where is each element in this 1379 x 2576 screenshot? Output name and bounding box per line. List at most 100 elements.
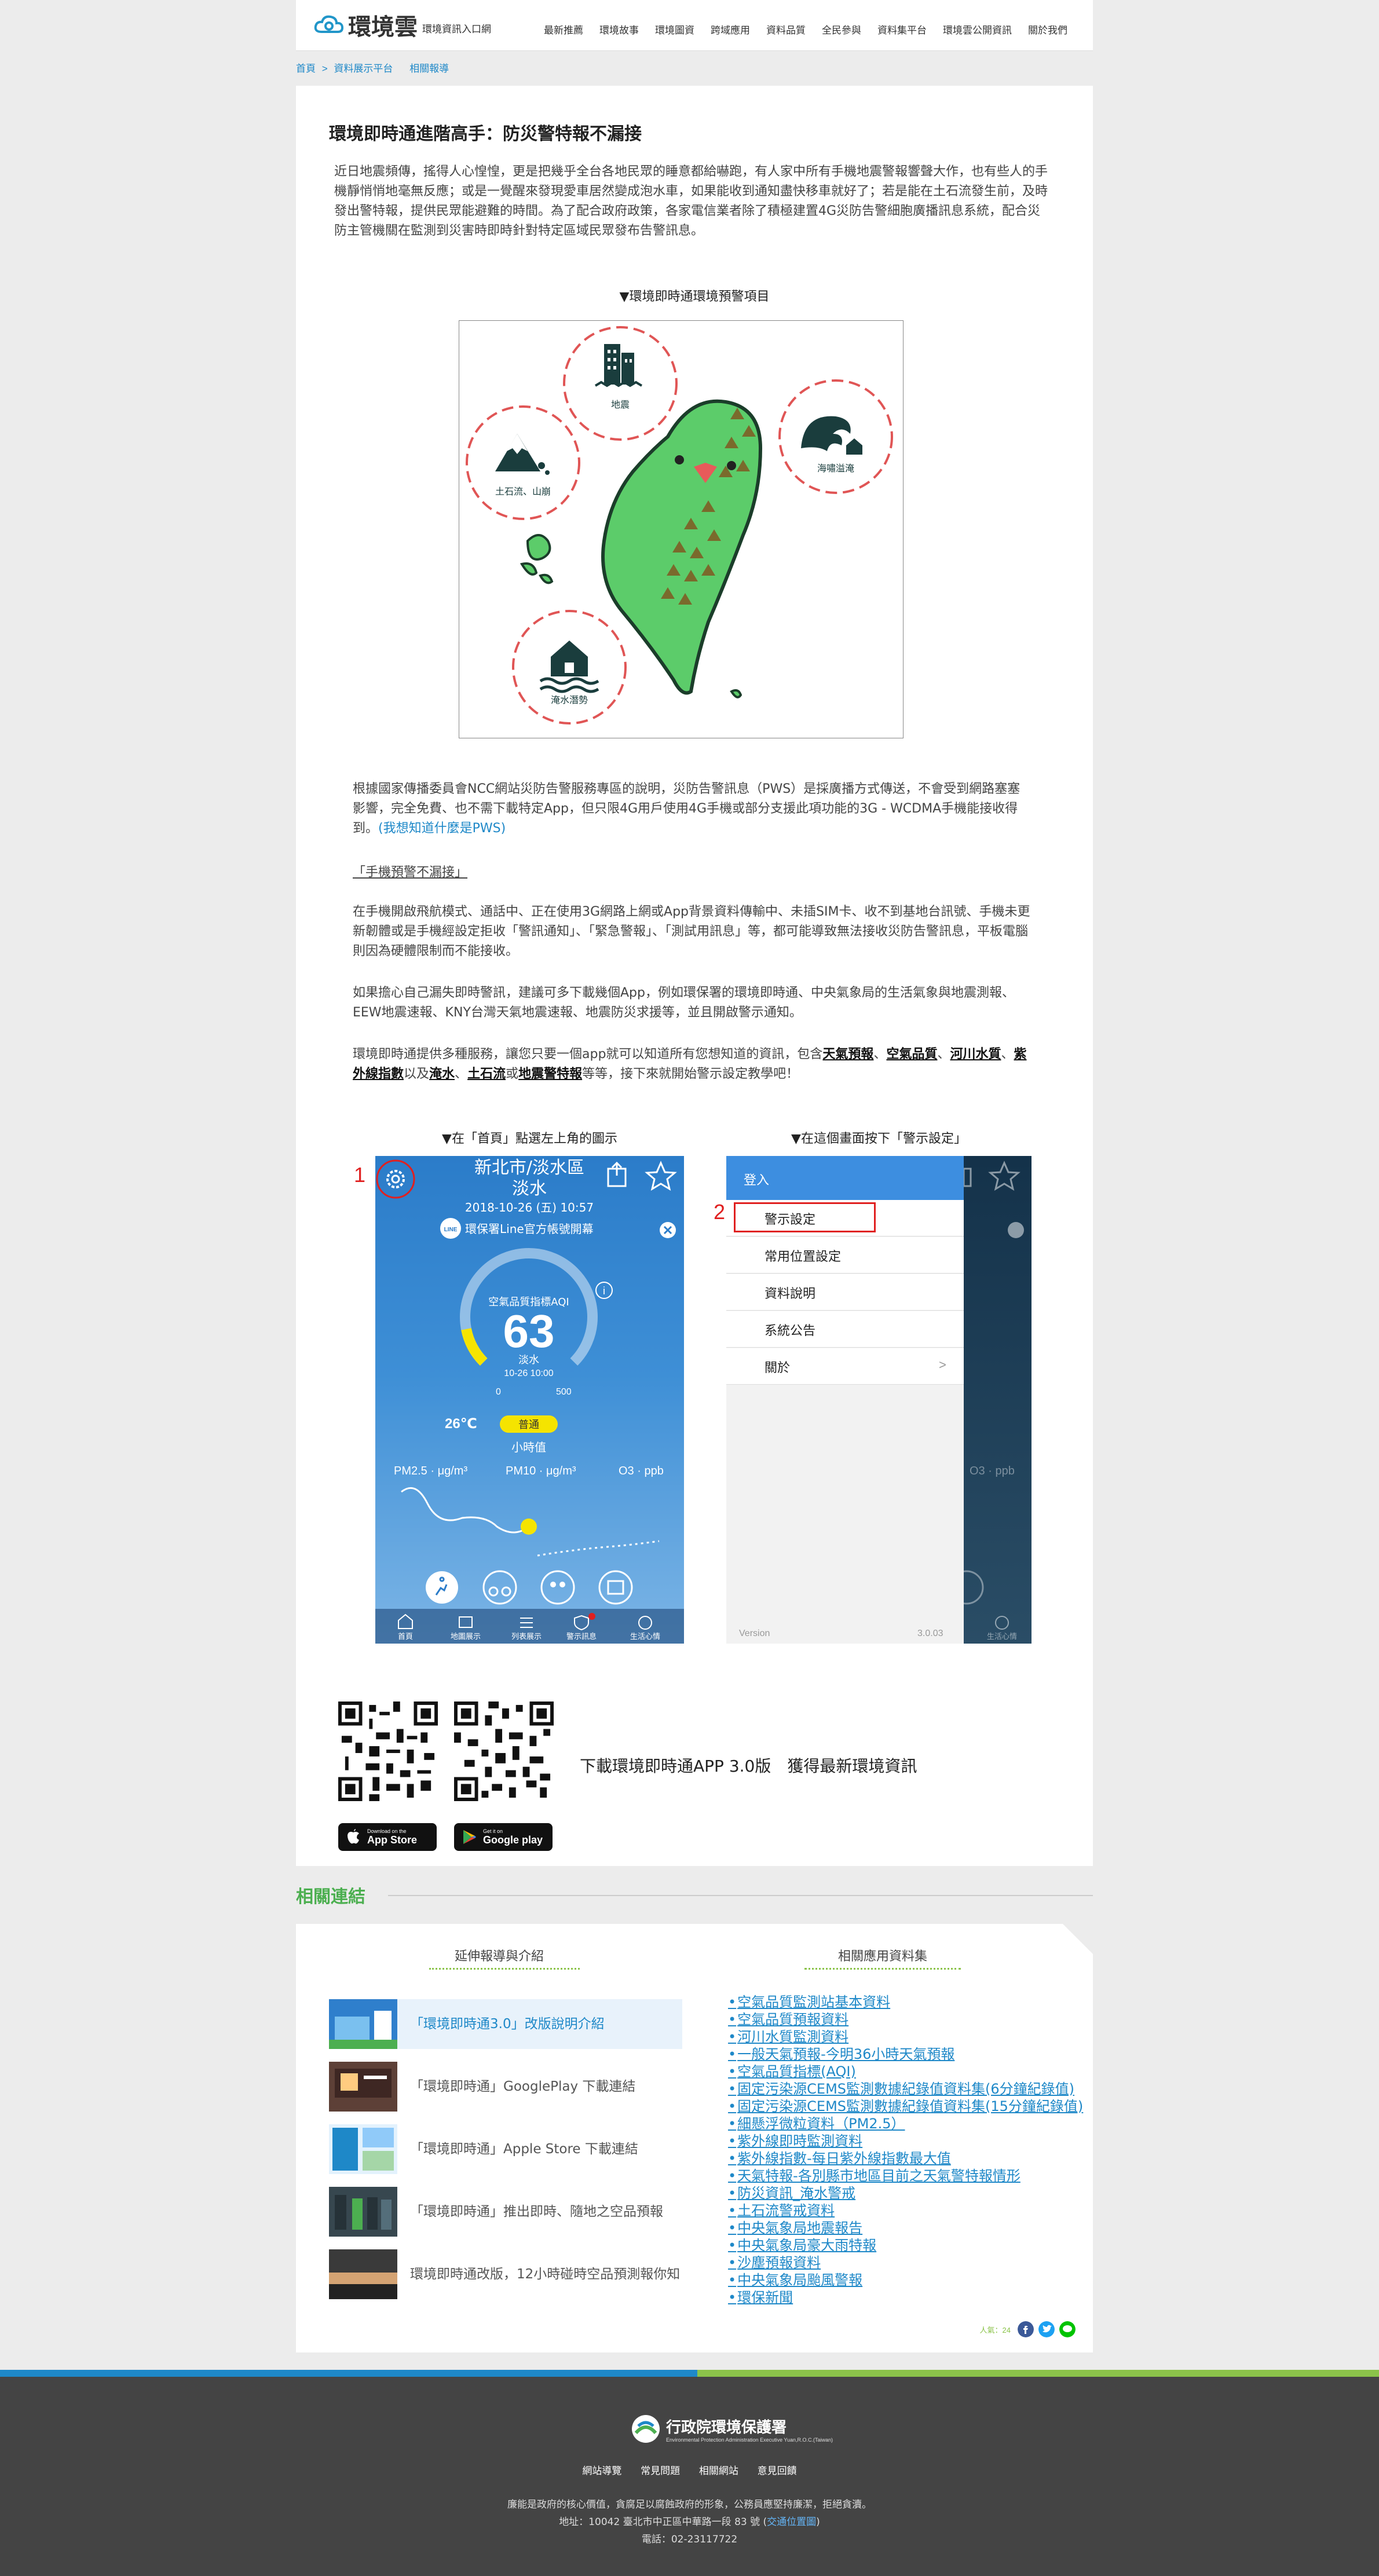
dataset-link[interactable]: 中央氣象局颱風警報 <box>728 2271 1083 2289</box>
o3-label[interactable]: O3 · ppb <box>619 1465 664 1477</box>
hazard-map-illustration: 地震 土石流、山崩 海嘯溢淹 淹水潛勢 <box>459 320 904 738</box>
menu-item-about[interactable] <box>726 1348 964 1385</box>
dataset-link[interactable]: 紫外線指數-每日紫外線指數最大值 <box>728 2150 1083 2167</box>
related-links-title: 相關連結 <box>296 1887 365 1907</box>
nav-item-dataset-platform[interactable]: 資料集平台 <box>869 22 935 36</box>
news-thumbnail <box>329 2124 397 2174</box>
map-link[interactable]: 交通位置圖 <box>767 2516 816 2528</box>
news-thumbnail <box>329 2249 397 2299</box>
nav-item-cross-domain[interactable]: 跨域應用 <box>703 22 758 36</box>
data-info-label[interactable]: 資料說明 <box>765 1283 815 1302</box>
news-item[interactable]: 環境即時通改版，12小時碰時空品預測報你知 <box>329 2249 682 2299</box>
dataset-link[interactable]: 細懸浮微粒資料（PM2.5） <box>728 2115 1083 2132</box>
dataset-link[interactable]: 天氣特報-各別縣市地區目前之天氣警特報情形 <box>728 2167 1083 2185</box>
app-store-badge[interactable]: Download on the App Store <box>338 1823 437 1851</box>
news-item[interactable]: 「環境即時通3.0」改版說明介紹 <box>329 1999 682 2049</box>
dataset-link[interactable]: 紫外線即時監測資料 <box>728 2132 1083 2150</box>
menu-item-locations[interactable] <box>726 1237 964 1274</box>
footer-link-sitemap[interactable]: 網站導覽 <box>582 2465 621 2476</box>
menu-item-announcements[interactable] <box>726 1311 964 1348</box>
dataset-link[interactable]: 空氣品質指標(AQI) <box>728 2063 1083 2080</box>
dataset-link[interactable]: 空氣品質預報資料 <box>728 2011 1083 2028</box>
city-name: 新北市/淡水區 <box>474 1158 584 1178</box>
dataset-link[interactable]: 環保新聞 <box>728 2289 1083 2306</box>
tab-map[interactable]: 地圖展示 <box>451 1633 481 1641</box>
dataset-link[interactable]: 固定污染源CEMS監測數據紀錄值資料集(6分鐘紀錄值) <box>728 2080 1083 2098</box>
dataset-link[interactable]: 固定污染源CEMS監測數據紀錄值資料集(15分鐘紀錄值) <box>728 2098 1083 2115</box>
about-label[interactable]: 關於 <box>765 1357 790 1376</box>
dataset-link[interactable]: 一般天氣預報-今明36小時天氣預報 <box>728 2046 1083 2063</box>
datetime: 2018-10-26 (五) 10:57 <box>465 1201 594 1214</box>
tab-home[interactable]: 首頁 <box>398 1633 413 1641</box>
org-name-en: Environmental Protection Administration … <box>666 2436 833 2443</box>
tab-list[interactable]: 列表展示 <box>511 1633 542 1641</box>
gear-icon[interactable] <box>376 1159 415 1199</box>
phone-number: 電話：02-23117722 <box>641 2534 738 2545</box>
facebook-icon[interactable] <box>1018 2321 1034 2337</box>
footer-link-feedback[interactable]: 意見回饋 <box>758 2465 797 2476</box>
sep: 、 <box>455 1067 468 1081</box>
org-logo[interactable]: 行政院環境保護署 Environmental Protection Admini… <box>631 2414 833 2443</box>
nav-item-maps[interactable]: 環境圖資 <box>647 22 703 36</box>
caption-left: ▼在「首頁」點選左上角的圖示 <box>442 1132 617 1146</box>
line-banner[interactable]: 環保署Line官方帳號開幕 <box>465 1222 594 1236</box>
news-item[interactable]: 「環境即時通」推出即時、隨地之空品預報 <box>329 2187 682 2237</box>
flood-label: 淹水潛勢 <box>551 694 588 705</box>
pws-link[interactable]: (我想知道什麼是PWS) <box>378 821 506 836</box>
nav-item-stories[interactable]: 環境故事 <box>591 22 647 36</box>
alert-conditions-paragraph: 在手機開啟飛航模式、通話中、正在使用3G網路上網或App背景資料傳輸中、未插SI… <box>353 905 1030 958</box>
site-logo[interactable]: 環境雲 環境資訊入口網 <box>313 10 491 41</box>
pm10-label[interactable]: PM10 · μg/m³ <box>506 1465 576 1477</box>
dataset-link[interactable]: 沙塵預報資料 <box>728 2254 1083 2271</box>
dataset-link[interactable]: 中央氣象局豪大雨特報 <box>728 2237 1083 2254</box>
site-header: 環境雲 環境資訊入口網 最新推薦 環境故事 環境圖資 跨域應用 資料品質 全民參… <box>296 0 1093 51</box>
pm25-label[interactable]: PM2.5 · μg/m³ <box>394 1465 467 1477</box>
close-icon[interactable] <box>660 1222 676 1238</box>
news-item[interactable]: 「環境即時通」Apple Store 下載連結 <box>329 2124 682 2174</box>
footer-link-faq[interactable]: 常見問題 <box>641 2465 680 2476</box>
hourly-label: 小時值 <box>511 1440 546 1454</box>
line-share-icon[interactable] <box>1059 2321 1076 2337</box>
tab-alerts[interactable]: 警示訊息 <box>566 1632 597 1641</box>
locations-label[interactable]: 常用位置設定 <box>765 1246 841 1265</box>
info-icon[interactable]: i <box>595 1282 613 1299</box>
flood-circle: 淹水潛勢 <box>512 610 627 724</box>
news-title[interactable]: 「環境即時通」GooglePlay 下載連結 <box>410 2077 635 2096</box>
news-title[interactable]: 環境即時通改版，12小時碰時空品預測報你知 <box>410 2265 680 2284</box>
news-title[interactable]: 「環境即時通3.0」改版說明介紹 <box>410 2015 605 2033</box>
dataset-link[interactable]: 河川水質監測資料 <box>728 2028 1083 2046</box>
nav-item-public-info[interactable]: 環境雲公開資訊 <box>935 22 1020 36</box>
nav-item-latest[interactable]: 最新推薦 <box>536 22 591 36</box>
dataset-link[interactable]: 中央氣象局地震報告 <box>728 2219 1083 2237</box>
dataset-link[interactable]: 防災資訊_淹水警戒 <box>728 2185 1083 2202</box>
menu-item-data-info[interactable] <box>726 1274 964 1311</box>
google-play-badge[interactable]: Get it on Google play <box>454 1823 553 1851</box>
share-icon[interactable] <box>607 1161 627 1187</box>
tab-mood[interactable]: 生活心情 <box>630 1633 660 1641</box>
alert-settings-label[interactable]: 警示設定 <box>765 1209 815 1228</box>
star-icon[interactable] <box>645 1161 677 1191</box>
news-title[interactable]: 「環境即時通」Apple Store 下載連結 <box>410 2140 638 2158</box>
integrity-statement: 廉能是政府的核心價值，貪腐足以腐蝕政府的形象，公務員應堅持廉潔，拒絕貪瀆。 <box>507 2499 872 2511</box>
breadcrumb-home[interactable]: 首頁 <box>296 63 316 74</box>
scale-max: 500 <box>556 1387 572 1397</box>
qr-code-android[interactable] <box>454 1702 554 1801</box>
dataset-link[interactable]: 空氣品質監測站基本資料 <box>728 1993 1083 2011</box>
nav-item-participation[interactable]: 全民參與 <box>814 22 869 36</box>
related-links-panel: 延伸報導與介紹 相關應用資料集 「環境即時通3.0」改版說明介紹 「環境即時通」… <box>296 1924 1093 2352</box>
login-label[interactable]: 登入 <box>744 1170 769 1188</box>
news-title[interactable]: 「環境即時通」推出即時、隨地之空品預報 <box>410 2202 663 2221</box>
nav-item-about[interactable]: 關於我們 <box>1020 22 1076 36</box>
twitter-icon[interactable] <box>1038 2321 1055 2337</box>
service-flood: 淹水 <box>429 1067 455 1081</box>
breadcrumb-parent[interactable]: 資料展示平台 <box>334 63 393 74</box>
dataset-list: 空氣品質監測站基本資料 空氣品質預報資料 河川水質監測資料 一般天氣預報-今明3… <box>728 1993 1083 2306</box>
nav-item-data-quality[interactable]: 資料品質 <box>758 22 814 36</box>
google-play-small: Get it on <box>483 1828 503 1834</box>
epa-emblem-icon <box>632 2415 660 2443</box>
dataset-link[interactable]: 土石流警戒資料 <box>728 2202 1083 2219</box>
news-item[interactable]: 「環境即時通」GooglePlay 下載連結 <box>329 2062 682 2112</box>
footer-link-related[interactable]: 相關網站 <box>699 2465 738 2476</box>
qr-code-ios[interactable] <box>338 1702 438 1801</box>
announcements-label[interactable]: 系統公告 <box>765 1320 815 1339</box>
